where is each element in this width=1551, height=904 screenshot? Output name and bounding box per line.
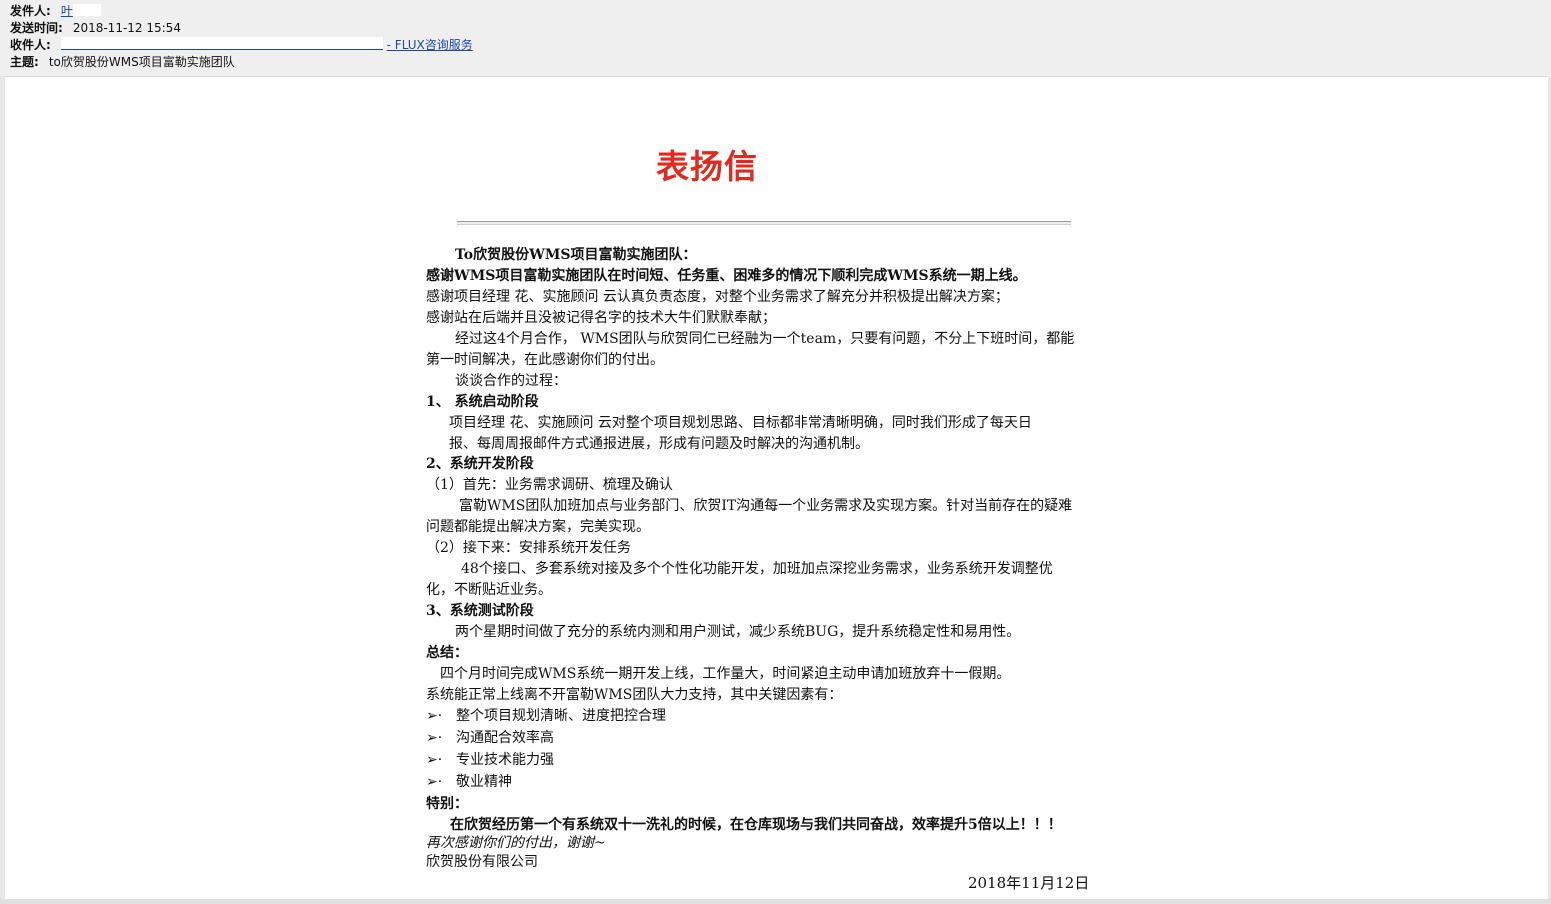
bullet-arrow-icon: ➢· xyxy=(426,708,443,724)
sent-value: 2018-11-12 15:54 xyxy=(72,21,181,35)
from-label: 发件人: xyxy=(10,4,51,18)
section-3-heading: 3、系统测试阶段 xyxy=(426,603,534,619)
email-body xyxy=(4,77,1549,899)
section-2-sub-2-line-1: 48个接口、多套系统对接及多个个性化功能开发，加班加点深挖业务需求，业务系统开发… xyxy=(461,561,1053,577)
subject-row: 主题: to欣贺股份WMS项目富勒实施团队 xyxy=(10,54,235,70)
summary-line-2: 系统能正常上线离不开富勒WMS团队大力支持，其中关键因素有： xyxy=(426,687,843,703)
special-heading: 特别： xyxy=(426,796,468,812)
special-line: 在欣贺经历第一个有系统双十一洗礼的时候，在仓库现场与我们共同奋战，效率提升5倍以… xyxy=(450,817,1062,833)
to-label: 收件人: xyxy=(10,38,51,52)
process-intro: 谈谈合作的过程： xyxy=(455,373,567,389)
title-divider xyxy=(457,221,1071,225)
sent-row: 发送时间: 2018-11-12 15:54 xyxy=(10,20,181,36)
bullet-arrow-icon: ➢· xyxy=(426,774,443,790)
section-2-heading: 2、系统开发阶段 xyxy=(426,456,534,472)
email-header: 发件人: 叶 发送时间: 2018-11-12 15:54 收件人: - FLUX咨… xyxy=(0,0,1551,77)
signature-company: 欣贺股份有限公司 xyxy=(426,854,538,870)
cooperation-line-2: 第一时间解决，在此感谢你们的付出。 xyxy=(426,352,664,368)
key-factor-text: 整个项目规划清晰、进度把控合理 xyxy=(456,708,666,724)
section-2-sub-1-line-2: 问题都能提出解决方案，完美实现。 xyxy=(426,519,650,535)
sender-link[interactable]: 叶 xyxy=(61,4,73,18)
section-1-line-2: 报、每周周报邮件方式通报进展，形成有问题及时解决的沟通机制。 xyxy=(449,436,869,452)
summary-line-1: 四个月时间完成WMS系统一期开发上线，工作量大，时间紧迫主动申请加班放弃十一假期… xyxy=(440,666,1011,682)
section-2-sub-1-line-1: 富勒WMS团队加班加点与业务部门、欣贺IT沟通每一个业务需求及实现方案。针对当前… xyxy=(459,498,1073,514)
section-3-line: 两个星期时间做了充分的系统内测和用户测试，减少系统BUG，提升系统稳定性和易用性… xyxy=(455,624,1021,640)
cooperation-line-1: 经过这4个月合作， WMS团队与欣贺同仁已经融为一个team，只要有问题，不分上… xyxy=(455,331,1075,347)
key-factor-text: 专业技术能力强 xyxy=(456,752,554,768)
redacted-sender xyxy=(72,4,101,16)
bullet-arrow-icon: ➢· xyxy=(426,730,443,746)
section-1-line-1: 项目经理 花、实施顾问 云对整个项目规划思路、目标都非常清晰明确，同时我们形成了… xyxy=(449,415,1032,431)
section-2-sub-1: （1）首先：业务需求调研、梳理及确认 xyxy=(426,477,673,493)
letter-date: 2018年11月12日 xyxy=(968,874,1090,892)
sent-label: 发送时间: xyxy=(10,21,63,35)
section-1-heading: 1、 系统启动阶段 xyxy=(426,394,539,410)
subject-label: 主题: xyxy=(10,55,39,69)
from-row: 发件人: 叶 xyxy=(10,3,101,19)
letter-title: 表扬信 xyxy=(656,147,758,186)
key-factor-text: 沟通配合效率高 xyxy=(456,730,554,746)
redacted-recipient xyxy=(60,37,383,50)
thanks-manager-line: 感谢项目经理 花、实施顾问 云认真负责态度，对整个业务需求了解充分并积极提出解决… xyxy=(426,289,1009,305)
summary-heading: 总结： xyxy=(426,645,468,661)
thanks-tech-line: 感谢站在后端并且没被记得名字的技术大牛们默默奉献； xyxy=(426,310,776,326)
section-2-sub-2: （2）接下来：安排系统开发任务 xyxy=(426,540,631,556)
section-2-sub-2-line-2: 化，不断贴近业务。 xyxy=(426,582,552,598)
to-row: 收件人: - FLUX咨询服务 xyxy=(10,37,473,53)
key-factor-item: ➢· 整个项目规划清晰、进度把控合理 xyxy=(426,707,666,725)
salutation: To欣贺股份WMS项目富勒实施团队： xyxy=(455,247,697,263)
key-factor-item: ➢· 专业技术能力强 xyxy=(426,751,554,769)
key-factor-text: 敬业精神 xyxy=(456,774,512,790)
thanks-line: 感谢WMS项目富勒实施团队在时间短、任务重、困难多的情况下顺利完成WMS系统一期… xyxy=(426,268,1027,284)
subject-value: to欣贺股份WMS项目富勒实施团队 xyxy=(48,55,235,69)
closing-thanks: 再次感谢你们的付出，谢谢~ xyxy=(426,835,606,851)
key-factor-item: ➢· 沟通配合效率高 xyxy=(426,729,554,747)
recipient-link[interactable]: - FLUX咨询服务 xyxy=(387,38,473,52)
bullet-arrow-icon: ➢· xyxy=(426,752,443,768)
key-factor-item: ➢· 敬业精神 xyxy=(426,773,512,791)
bottom-border xyxy=(0,899,1551,904)
